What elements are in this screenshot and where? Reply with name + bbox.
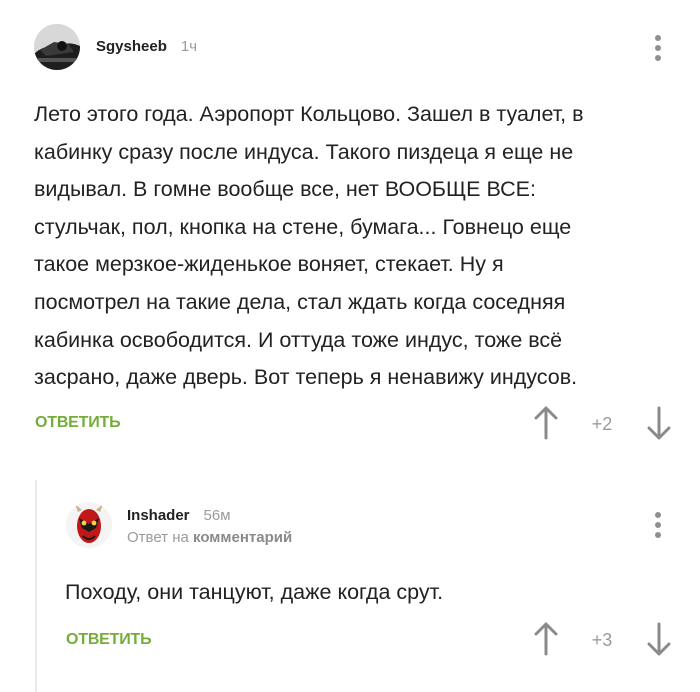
vote-score: +2: [591, 414, 613, 434]
text-line: видывал. В гомне вообще все, нет ВООБЩЕ …: [34, 177, 536, 202]
arrow-down-icon[interactable]: [647, 622, 671, 656]
more-menu-icon[interactable]: [652, 35, 664, 65]
text-line: засрано, даже дверь. Вот теперь я ненави…: [34, 365, 578, 390]
avatar[interactable]: [66, 502, 112, 548]
answer-prefix: Ответ на: [127, 529, 189, 546]
comment-header: Inshader 56м: [127, 507, 231, 524]
text-line: кабинку сразу после индуса. Такого пизде…: [34, 139, 574, 164]
more-menu-icon[interactable]: [652, 512, 664, 542]
comment-time: 56м: [203, 507, 231, 524]
comment-text: Лето этого года. Аэропорт Кольцово. Заше…: [34, 96, 674, 397]
reply-button[interactable]: ОТВЕТИТЬ: [66, 631, 152, 649]
reply-button[interactable]: ОТВЕТИТЬ: [35, 414, 121, 432]
answer-target-link[interactable]: комментарий: [193, 529, 292, 546]
text-line: Походу, они танцуют, даже когда срут.: [65, 580, 444, 604]
text-line: стульчак, пол, кнопка на стене, бумага..…: [34, 214, 572, 239]
avatar[interactable]: [34, 24, 80, 70]
username[interactable]: Inshader: [127, 507, 190, 524]
text-line: такое мерзкое-жиденькое воняет, стекает.…: [34, 252, 504, 277]
text-line: посмотрел на такие дела, стал ждать когд…: [34, 289, 566, 314]
arrow-down-icon[interactable]: [647, 406, 671, 440]
thread-line[interactable]: [35, 480, 37, 692]
vote-score: +3: [591, 630, 613, 650]
answer-to: Ответ на комментарий: [127, 529, 292, 546]
text-line: кабинка освободится. И оттуда тоже индус…: [34, 327, 563, 352]
arrow-up-icon[interactable]: [534, 622, 558, 656]
username[interactable]: Sgysheeb: [96, 38, 167, 55]
arrow-up-icon[interactable]: [534, 406, 558, 440]
comment-time: 1ч: [180, 38, 198, 55]
text-line: Лето этого года. Аэропорт Кольцово. Заше…: [34, 102, 584, 126]
comment-header: Sgysheeb 1ч: [96, 38, 197, 55]
comment-text: Походу, они танцуют, даже когда срут.: [65, 574, 675, 612]
